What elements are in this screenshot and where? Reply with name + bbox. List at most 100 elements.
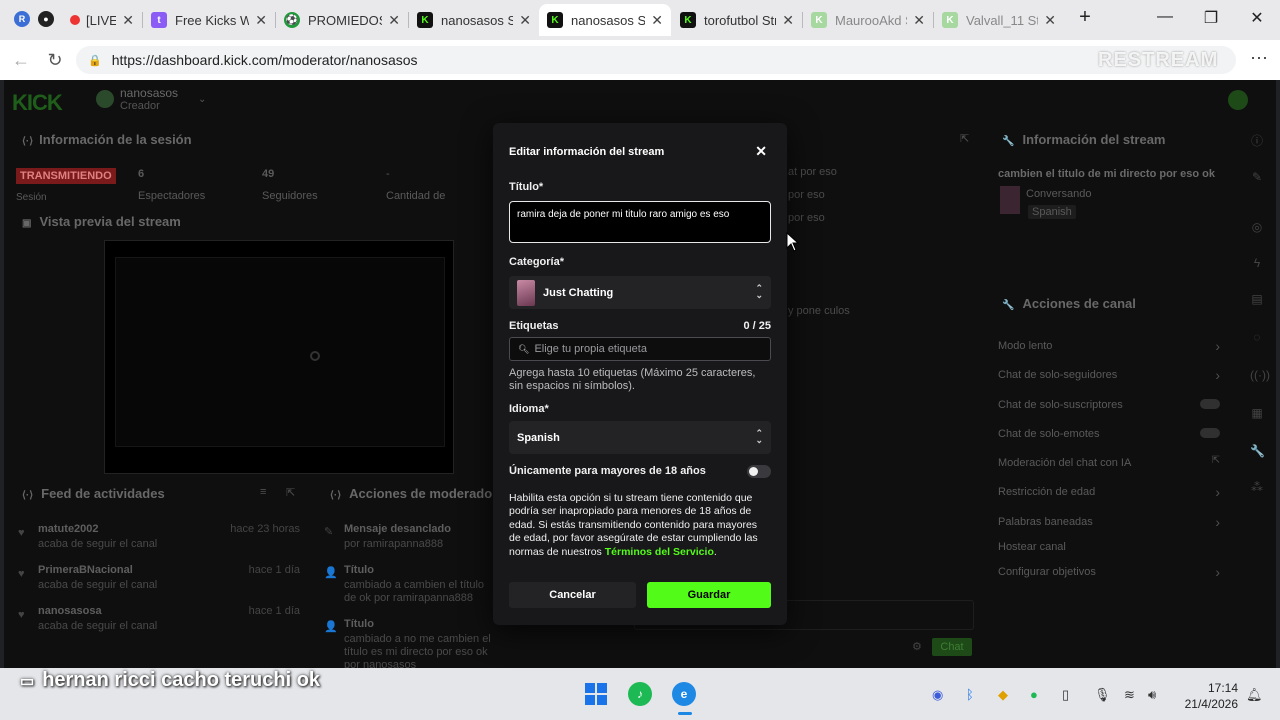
emotes-only-row[interactable]: Chat de solo-emotes [998,428,1220,440]
broadcast-icon[interactable]: ((·)) [1250,368,1270,382]
channel-role: Creador [120,100,160,112]
tab-free-kicks[interactable]: t Free Kicks Wo ✕ [143,4,275,36]
new-tab-button[interactable]: + [1070,6,1100,29]
notifications-icon[interactable]: 🔔︎ [1246,687,1263,703]
close-tab-icon[interactable]: ✕ [782,12,794,29]
back-arrow-icon[interactable]: ← [10,50,32,71]
host-channel-row[interactable]: Hostear canal [998,541,1220,553]
address-bar[interactable]: 🔒 https://dashboard.kick.com/moderator/n… [76,46,1236,74]
system-clock[interactable]: 17:14 21/4/2026 [1176,680,1238,712]
configure-goals-row[interactable]: Configurar objetivos › [998,564,1220,580]
list-item: ♥ matute2002 acaba de seguir el canal hac… [18,523,300,550]
popout-icon[interactable]: ⇱ [286,486,295,499]
ai-moderation-row[interactable]: Moderación del chat con IA ⇱ [998,455,1220,469]
tag-search-input[interactable]: 🔍︎ Elige tu propia etiqueta [509,337,771,361]
more-menu-icon[interactable]: ⋯ [1250,48,1268,69]
restream-watermark: RESTREAM [1098,49,1219,71]
list-item: 👤 Título cambiado a no me cambien el títu… [324,618,491,668]
popout-icon[interactable]: ⇱ [960,132,969,145]
followers-only-row[interactable]: Chat de solo-seguidores › [998,367,1220,383]
adult-content-toggle[interactable] [747,465,771,478]
microphone-icon[interactable]: 🎙︎ [1094,687,1111,703]
filter-icon[interactable]: ≡ [260,486,266,498]
taskbar: ▭ hernan ricci cacho teruchi ok ♪ e ◉ ᛒ … [0,668,1280,720]
tab-valvall[interactable]: K Valvall_11 Stre ✕ [934,4,1064,36]
minimize-button[interactable]: — [1150,8,1180,26]
channel-actions-title: 🔧 Acciones de canal [1002,296,1136,311]
spotify-icon[interactable]: ♪ [628,682,652,706]
edit-icon[interactable]: ✎ [1250,170,1264,184]
close-tab-icon[interactable]: ✕ [651,12,663,29]
apps-icon[interactable]: ⁂ [1250,480,1264,494]
cancel-button[interactable]: Cancelar [509,582,636,608]
list-item: ♥ PrimeraBNacional acaba de seguir el can… [18,564,300,591]
tab-promiedos[interactable]: ⚽ PROMIEDOS - ✕ [276,4,408,36]
bluetooth-icon[interactable]: ᛒ [966,687,974,702]
close-tab-icon[interactable]: ✕ [255,12,267,29]
heart-icon: ♥ [18,527,25,539]
channel-switcher[interactable]: nanosasos Creador ⌄ [96,86,206,112]
adult-description: Habilita esta opción si tu stream tiene … [509,492,758,558]
profile-icon[interactable]: R [14,11,30,27]
slow-mode-row[interactable]: Modo lento › [998,338,1220,354]
modal-title: Editar información del stream [509,146,665,158]
target-icon[interactable]: ◎ [1250,220,1264,234]
wrench-icon[interactable]: 🔧 [1250,444,1265,458]
category-select[interactable]: Just Chatting ⌃ ⌄ [509,276,771,309]
close-window-button[interactable]: ✕ [1242,8,1272,28]
layers-icon[interactable]: ▦ [1250,406,1264,420]
bolt-icon[interactable]: ϟ [1250,256,1264,270]
record-icon[interactable]: ● [38,11,54,27]
drive-icon[interactable]: ◆ [998,687,1008,703]
volume-icon[interactable]: 🔊︎ [1148,687,1156,703]
pinned-icons: R ● [14,11,54,27]
edge-browser-icon[interactable]: e [672,682,696,706]
close-tab-icon[interactable]: ✕ [388,12,400,29]
spotify-tray-icon[interactable]: ● [1030,687,1038,702]
terms-link[interactable]: Términos del Servicio [605,546,714,558]
tab-live[interactable]: [LIVE] ✕ [62,4,142,36]
info-icon[interactable]: ⓘ [1250,132,1264,148]
lock-icon: 🔒 [88,54,102,67]
stream-title-text: cambien el titulo de mi directo por eso … [998,168,1215,180]
list-item: 👤 Título cambiado a cambien el título de … [324,564,485,604]
kick-icon: K [547,12,563,28]
tab-nanosasos-1[interactable]: K nanosasos Stre ✕ [409,4,539,36]
followers-label: Seguidores [262,190,318,202]
close-tab-icon[interactable]: ✕ [1044,12,1056,29]
activity-feed-title: ⟨·⟩ Feed de actividades [22,486,165,501]
adult-label: Únicamente para mayores de 18 años [509,465,706,477]
app-tray-icon[interactable]: ◉ [932,687,943,703]
viewers-label: Espectadores [138,190,206,202]
age-restriction-row[interactable]: Restricción de edad › [998,484,1220,500]
close-tab-icon[interactable]: ✕ [519,12,531,29]
close-tab-icon[interactable]: ✕ [913,12,925,29]
restore-button[interactable]: ❐ [1196,8,1226,28]
tab-maurooakd[interactable]: K MaurooAkd St ✕ [803,4,933,36]
settings-gear-icon[interactable]: ⚙ [912,640,922,653]
live-status-badge: TRANSMITIENDO [16,168,116,184]
banned-words-row[interactable]: Palabras baneadas › [998,514,1220,530]
channel-name: nanosasos [120,86,179,100]
document-icon[interactable]: ▤ [1250,292,1264,306]
tab-torofutbol[interactable]: K torofutbol Stre ✕ [672,4,802,36]
save-button[interactable]: Guardar [647,582,771,608]
wifi-icon[interactable]: ≋ [1124,687,1135,703]
chat-send-button[interactable]: Chat [932,638,972,656]
stream-title-input[interactable]: ramira deja de poner mi titulo raro amig… [509,201,771,243]
browser-nav-bar: ← ↻ 🔒 https://dashboard.kick.com/moderat… [0,40,1280,80]
usb-icon[interactable]: ▯ [1062,687,1069,703]
search-icon: 🔍︎ [518,343,530,354]
windows-start-icon[interactable] [584,682,608,706]
updown-chevron-icon: ⌃ ⌄ [755,428,763,445]
stream-preview[interactable] [104,240,454,474]
avatar[interactable] [1228,90,1248,110]
reload-icon[interactable]: ↻ [44,50,66,71]
chat-bubble-icon[interactable]: ◌ [1250,330,1264,344]
tab-nanosasos-active[interactable]: K nanosasos Stre ✕ [539,4,671,36]
language-select[interactable]: Spanish ⌃ ⌄ [509,421,771,454]
close-icon[interactable]: ✕ [755,143,767,160]
close-tab-icon[interactable]: ✕ [122,12,134,29]
kick-logo[interactable]: KICK [12,90,63,116]
subscribers-only-row[interactable]: Chat de solo-suscriptores [998,399,1220,411]
